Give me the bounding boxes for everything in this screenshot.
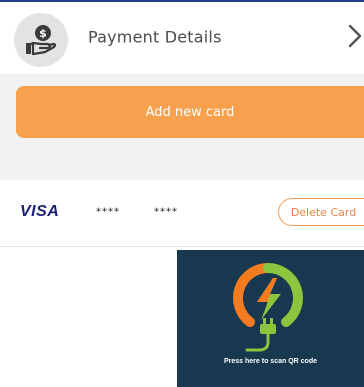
delete-card-button[interactable]: Delete Card xyxy=(278,198,364,226)
scan-qr-caption: Press here to scan QR code xyxy=(224,358,317,365)
hand-coin-icon: $ xyxy=(14,13,68,67)
chevron-right-icon[interactable] xyxy=(346,21,364,51)
svg-text:$: $ xyxy=(39,27,47,40)
ev-charging-plug-logo xyxy=(223,258,313,358)
visa-logo: VISA xyxy=(20,203,60,220)
card-number-group-1: **** xyxy=(96,206,120,218)
scan-qr-button[interactable]: Press here to scan QR code xyxy=(177,250,364,387)
card-number-group-2: **** xyxy=(154,206,178,218)
payment-details-row[interactable]: $ Payment Details xyxy=(0,2,364,74)
payment-details-title: Payment Details xyxy=(88,27,222,47)
add-new-card-button[interactable]: Add new card xyxy=(16,86,364,138)
